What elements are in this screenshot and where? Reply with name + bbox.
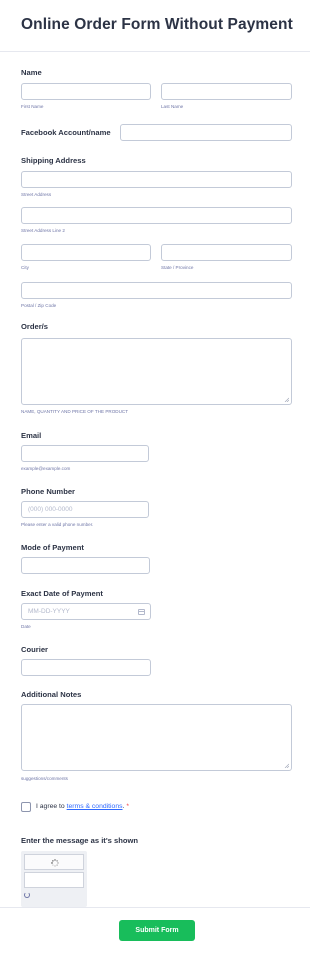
mode-of-payment-label: Mode of Payment [21,543,84,552]
orders-label: Order/s [21,322,49,331]
last-name-input[interactable] [161,83,292,100]
phone-sublabel: Please enter a valid phone number. [21,522,94,527]
captcha-label: Enter the message as it's shown [21,836,139,845]
street-address-sublabel: Street Address [21,192,52,197]
terms-checkbox[interactable] [21,802,31,812]
orders-textarea[interactable] [21,338,292,405]
city-input[interactable] [21,244,151,261]
required-mark: * [126,803,129,810]
captcha-input[interactable] [24,872,84,888]
notes-textarea[interactable] [21,704,292,771]
form-title: Online Order Form Without Payment [21,16,293,33]
first-name-sublabel: First Name [21,104,44,109]
form-header: Online Order Form Without Payment [0,0,310,52]
email-sublabel: example@example.com [21,466,71,471]
courier-input[interactable] [21,659,151,676]
street-address-line2-input[interactable] [21,207,292,224]
phone-placeholder: (000) 000-0000 [28,506,73,513]
terms-link[interactable]: terms & conditions [67,803,123,810]
postal-code-input[interactable] [21,282,292,299]
calendar-icon[interactable] [138,609,145,615]
terms-suffix: . [122,803,125,810]
name-label: Name [21,68,42,77]
phone-input[interactable]: (000) 000-0000 [21,501,149,518]
captcha-image [24,854,84,870]
courier-label: Courier [21,645,49,654]
email-input[interactable] [21,445,149,462]
payment-date-sublabel: Date [21,624,31,629]
terms-text: I agree to terms & conditions. * [36,803,129,810]
first-name-input[interactable] [21,83,151,100]
payment-date-label: Exact Date of Payment [21,589,103,598]
submit-button[interactable]: Submit Form [119,920,195,941]
orders-sublabel: NAME, QUANTITY AND PRICE OF THE PRODUCT [21,409,129,414]
payment-date-placeholder: MM-DD-YYYY [28,608,70,615]
loading-spinner-icon [51,859,59,867]
mode-of-payment-input[interactable] [21,557,150,574]
city-sublabel: City [21,265,29,270]
street-address-input[interactable] [21,171,292,188]
email-label: Email [21,431,42,440]
footer-divider [0,907,310,908]
phone-label: Phone Number [21,487,76,496]
notes-sublabel: suggestions/comments [21,776,68,781]
street-address-line2-sublabel: Street Address Line 2 [21,228,65,233]
resize-handle-icon[interactable] [284,397,289,402]
captcha-widget [21,851,87,907]
facebook-label: Facebook Account/name [21,128,111,137]
postal-code-sublabel: Postal / Zip Code [21,303,57,308]
shipping-address-label: Shipping Address [21,156,86,165]
notes-label: Additional Notes [21,690,82,699]
facebook-input[interactable] [120,124,292,141]
last-name-sublabel: Last Name [161,104,184,109]
resize-handle-icon[interactable] [284,763,289,768]
terms-prefix: I agree to [36,803,67,810]
state-input[interactable] [161,244,292,261]
state-sublabel: State / Province [161,265,194,270]
refresh-icon[interactable] [24,892,30,898]
payment-date-input[interactable]: MM-DD-YYYY [21,603,151,620]
